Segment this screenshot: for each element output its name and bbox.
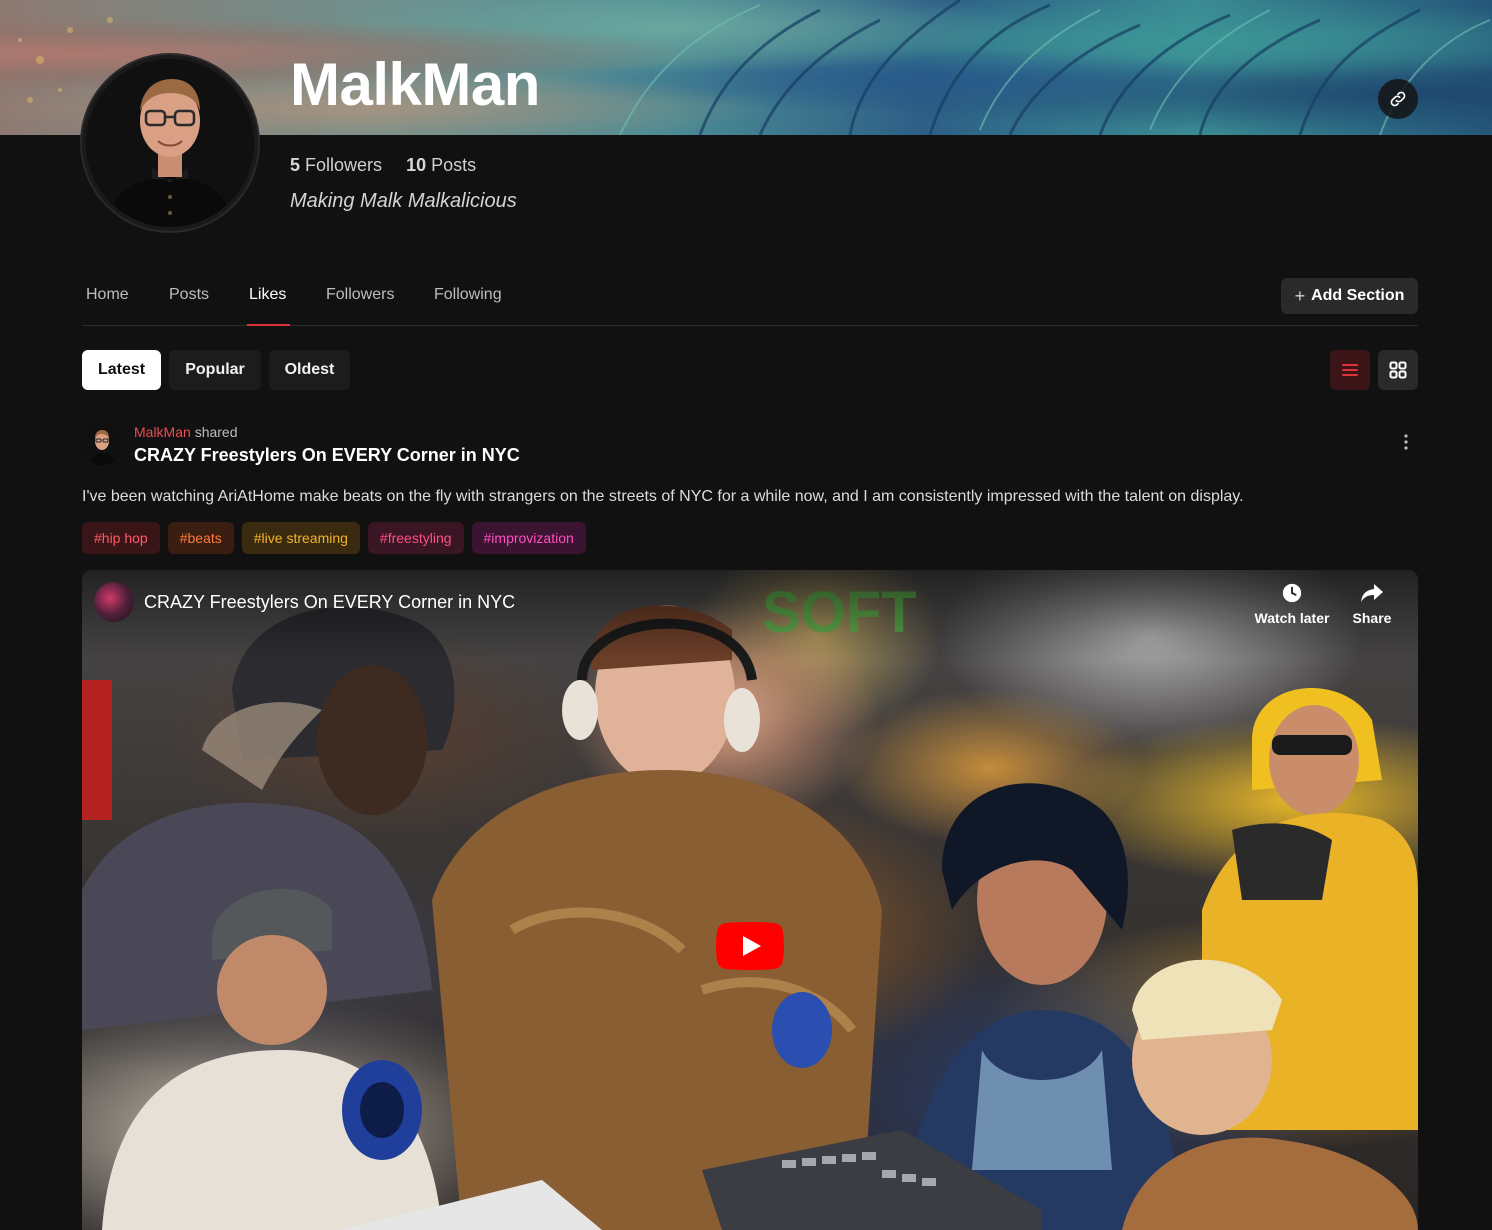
followers-stat[interactable]: 5 Followers [290, 155, 382, 176]
play-icon[interactable] [716, 922, 784, 970]
profile-tagline: Making Malk Malkalicious [290, 190, 517, 212]
list-view-button[interactable] [1330, 350, 1370, 390]
share-button[interactable]: Share [1332, 582, 1412, 626]
sort-oldest-button[interactable]: Oldest [269, 350, 350, 390]
tag-beats[interactable]: #beats [167, 522, 234, 554]
tag-freestyling[interactable]: #freestyling [367, 522, 464, 554]
tab-following[interactable]: Following [434, 286, 502, 325]
share-label: Share [1352, 610, 1392, 626]
tag-improvization[interactable]: #improvization [471, 522, 586, 554]
grid-icon [1389, 361, 1407, 379]
posts-count: 10 [406, 155, 427, 175]
add-section-button[interactable]: + Add Section [1281, 278, 1418, 314]
list-icon [1342, 364, 1358, 376]
tag-live-streaming[interactable]: #live streaming [241, 522, 360, 554]
profile-avatar [82, 55, 258, 231]
posts-stat[interactable]: 10 Posts [406, 155, 476, 176]
video-title[interactable]: CRAZY Freestylers On EVERY Corner in NYC [144, 592, 515, 613]
post-action-label: shared [194, 424, 238, 440]
video-thumbnail: SOFT [82, 580, 1418, 1230]
video-embed[interactable]: SOFT CRAZY Freestylers On EVERY Corner i… [82, 570, 1418, 1230]
followers-count: 5 [290, 155, 301, 175]
more-vertical-icon [1404, 434, 1408, 450]
profile-nav: Home Posts Likes Followers Following + A… [82, 276, 1418, 326]
grid-view-button[interactable] [1378, 350, 1418, 390]
profile-stats: 5 Followers 10 Posts [290, 155, 476, 176]
tag-hip-hop[interactable]: #hip hop [82, 522, 160, 554]
tab-followers[interactable]: Followers [326, 286, 394, 325]
tab-posts[interactable]: Posts [169, 286, 209, 325]
video-top-gradient [82, 570, 1418, 660]
sort-latest-button[interactable]: Latest [82, 350, 161, 390]
plus-icon: + [1294, 285, 1306, 306]
sort-popular-button[interactable]: Popular [169, 350, 261, 390]
post-tags: #hip hop #beats #live streaming #freesty… [82, 522, 586, 554]
post-meta: MalkMan shared [134, 424, 238, 440]
post-author-link[interactable]: MalkMan [134, 424, 191, 440]
author-avatar-portrait [82, 425, 122, 465]
tab-likes[interactable]: Likes [246, 286, 291, 326]
post-author-avatar[interactable] [82, 425, 122, 465]
share-icon [1361, 584, 1383, 602]
watch-later-button[interactable]: Watch later [1252, 582, 1332, 626]
profile-name: MalkMan [290, 51, 540, 118]
followers-label: Followers [305, 155, 383, 175]
post-title[interactable]: CRAZY Freestylers On EVERY Corner in NYC [134, 445, 520, 466]
avatar-portrait [86, 59, 254, 227]
tab-home[interactable]: Home [86, 286, 129, 325]
post-body: I've been watching AriAtHome make beats … [82, 488, 1244, 505]
channel-avatar[interactable] [94, 582, 134, 622]
link-icon [1390, 91, 1406, 107]
posts-label: Posts [431, 155, 477, 175]
post-options-button[interactable] [1398, 432, 1414, 452]
watch-later-label: Watch later [1254, 610, 1330, 626]
copy-link-button[interactable] [1378, 79, 1418, 119]
clock-icon [1282, 583, 1302, 603]
add-section-label: Add Section [1311, 287, 1405, 304]
